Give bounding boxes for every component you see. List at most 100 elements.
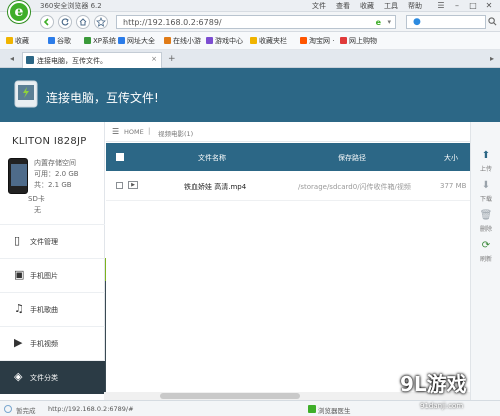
column-header-path[interactable]: 保存路径 [338, 153, 366, 163]
tab-bar: ◂ 连接电脑，互传文件。 × + ▸ [0, 50, 500, 68]
bookmark-item[interactable]: 游戏中心 [206, 36, 243, 46]
bookmark-item[interactable]: 收藏 [6, 36, 29, 46]
page-title: 连接电脑，互传文件! [46, 91, 159, 105]
flash-logo-icon [14, 80, 38, 108]
sd-card-title: SD卡 [28, 195, 45, 203]
internal-storage-title: 内置存储空间 [34, 159, 76, 167]
sidebar-item[interactable]: ▶ 手机视频 [0, 326, 105, 360]
bookmark-item[interactable]: 淘宝网 · [300, 36, 334, 46]
skin-button[interactable]: ☰ [436, 1, 446, 10]
bookmark-item[interactable]: 网上购物 [340, 36, 377, 46]
breadcrumb-home[interactable]: HOME [124, 128, 144, 136]
sidebar-item[interactable]: ◈ 文件分类 [0, 360, 105, 394]
menu-view[interactable]: 查看 [336, 1, 350, 11]
menu-icon[interactable]: ☰ [112, 127, 119, 136]
bookmark-item[interactable]: 收藏夹栏 [250, 36, 287, 46]
app-title: 360安全浏览器 6.2 [40, 2, 102, 10]
bookmark-icon [48, 37, 55, 44]
scrollbar-thumb[interactable] [160, 393, 300, 399]
breadcrumb-separator: | [148, 127, 151, 135]
action-button[interactable]: ⬇ 下载 [471, 176, 500, 206]
device-name: KLITON I828JP [12, 136, 87, 147]
video-icon: ▶ [14, 336, 23, 349]
sidebar-item-label: 文件管理 [30, 238, 58, 246]
file-name[interactable]: 铁血娇娃 高清.mp4 [184, 182, 246, 192]
tab-scroll-icon[interactable]: ▸ [490, 54, 494, 63]
menu-favorites[interactable]: 收藏 [360, 1, 374, 11]
address-bar[interactable]: http://192.168.0.2:6789/ e ▾ [116, 15, 396, 29]
search-engine-icon[interactable]: ● [413, 17, 421, 27]
minimize-button[interactable]: – [452, 1, 462, 10]
sidebar-item[interactable]: ♫ 手机歌曲 [0, 292, 105, 326]
sidebar-item[interactable]: ▯ 文件管理 [0, 224, 105, 258]
tab-close-icon[interactable]: × [151, 55, 157, 63]
chevron-down-icon[interactable]: ▾ [387, 18, 391, 26]
bookmark-icon [206, 37, 213, 44]
sd-card-status: 无 [34, 206, 41, 214]
address-url: http://192.168.0.2:6789/ [123, 18, 222, 27]
tab-active[interactable]: 连接电脑，互传文件。 × [22, 52, 162, 68]
menu-file[interactable]: 文件 [312, 1, 326, 11]
tab-label: 连接电脑，互传文件。 [37, 57, 107, 65]
status-url: http://192.168.0.2:6789/# [48, 405, 134, 413]
search-button[interactable] [488, 15, 498, 29]
navigation-bar: http://192.168.0.2:6789/ e ▾ ● [0, 12, 500, 32]
menu-help[interactable]: 帮助 [408, 1, 422, 11]
column-header-name[interactable]: 文件名称 [198, 153, 226, 163]
video-file-icon: ▶ [128, 181, 138, 189]
bookmark-icon [84, 37, 91, 44]
folder-icon: ◈ [14, 370, 23, 383]
upload-icon: ⬆ [481, 150, 491, 161]
bookmark-item[interactable]: 网址大全 [118, 36, 155, 46]
browser-doctor-button[interactable]: 浏览器医生 [318, 405, 351, 415]
bookmark-item[interactable]: 在线小游 [164, 36, 201, 46]
home-icon [79, 18, 87, 26]
action-button[interactable]: ⬆ 上传 [471, 146, 500, 176]
bookmark-icon [118, 37, 125, 44]
action-button[interactable]: 🗑 删除 [471, 206, 500, 236]
search-icon [488, 17, 497, 26]
maximize-button[interactable]: □ [468, 1, 478, 10]
bookmark-label: 网址大全 [127, 37, 155, 45]
sidebar-item-label: 手机视频 [30, 340, 58, 348]
bookmark-icon [6, 37, 13, 44]
browser-logo-icon[interactable]: e [8, 1, 30, 23]
title-bar: 360安全浏览器 6.2 文件 查看 收藏 工具 帮助 ☰ – □ ✕ [0, 0, 500, 12]
storage-available: 可用：2.0 GB [34, 170, 79, 178]
file-table-header: 文件名称 保存路径 大小 [106, 143, 470, 171]
select-all-checkbox[interactable] [116, 153, 124, 161]
app-header: 连接电脑，互传文件! [0, 68, 500, 122]
bookmark-label: 游戏中心 [215, 37, 243, 45]
breadcrumb: ☰ HOME | 视频电影(1) [106, 122, 470, 142]
bookmark-item[interactable]: XP系统 [84, 36, 116, 46]
bookmark-item[interactable]: 谷歌 [48, 36, 71, 46]
download-icon: ⬇ [481, 180, 491, 191]
column-header-size[interactable]: 大小 [444, 153, 458, 163]
storage-total: 共：2.1 GB [34, 181, 72, 189]
ie-mode-icon[interactable]: e [376, 18, 381, 27]
file-path: /storage/sdcard0/闪传收件箱/视频 [298, 183, 411, 191]
phone-screen [11, 164, 27, 186]
action-label: 删除 [479, 226, 492, 233]
back-button[interactable] [40, 15, 54, 29]
refresh-button[interactable] [58, 15, 72, 29]
row-checkbox[interactable] [116, 182, 123, 189]
watermark-logo: 9L游戏 [400, 372, 467, 396]
close-window-button[interactable]: ✕ [484, 1, 494, 10]
action-label: 下载 [479, 196, 492, 203]
globe-icon [4, 405, 12, 413]
favorite-star-button[interactable] [94, 15, 108, 29]
star-icon [96, 16, 106, 27]
home-button[interactable] [76, 15, 90, 29]
refresh-icon: ⟳ [481, 240, 491, 251]
new-tab-button[interactable]: + [168, 54, 180, 64]
sidebar-item[interactable]: ▣ 手机图片 [0, 258, 105, 292]
page-favicon-icon [26, 56, 34, 64]
music-icon: ♫ [14, 302, 24, 315]
menu-tools[interactable]: 工具 [384, 1, 398, 11]
action-button[interactable]: ⟳ 刷新 [471, 236, 500, 266]
bookmarks-bar: 收藏 谷歌 XP系统 网址大全 在线小游 游戏中心 收藏夹栏 淘宝网 · 网上购物 [0, 32, 500, 50]
tab-list-icon[interactable]: ◂ [10, 54, 14, 63]
table-row[interactable]: ▶ 铁血娇娃 高清.mp4 /storage/sdcard0/闪传收件箱/视频 … [106, 171, 470, 201]
search-input[interactable]: ● [406, 15, 486, 29]
